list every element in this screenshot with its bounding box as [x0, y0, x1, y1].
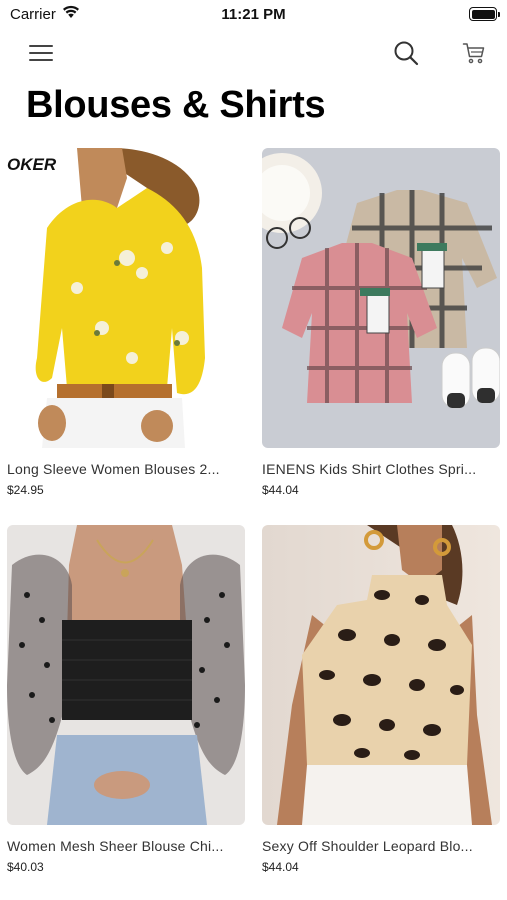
product-title: IENENS Kids Shirt Clothes Spri...: [262, 461, 477, 477]
nav-bar: [0, 30, 507, 76]
product-card[interactable]: IENENS Kids Shirt Clothes Spri... $44.04: [262, 148, 500, 497]
hamburger-icon: [29, 45, 53, 61]
product-price: $40.03: [7, 860, 44, 874]
product-title: Women Mesh Sheer Blouse Chi...: [7, 838, 224, 854]
cart-button[interactable]: [459, 38, 489, 68]
app-screen: Carrier 11:21 PM Blouses & Shirts OKER L…: [0, 0, 507, 900]
product-image: [262, 525, 500, 825]
battery-fill: [471, 9, 495, 19]
nav-actions: [391, 38, 489, 68]
status-bar: Carrier 11:21 PM: [0, 0, 507, 28]
wifi-icon: [62, 5, 80, 23]
product-card[interactable]: OKER Long Sleeve Women Blouses 2... $24.…: [7, 148, 245, 497]
menu-button[interactable]: [26, 38, 56, 68]
product-card[interactable]: Women Mesh Sheer Blouse Chi... $40.03: [7, 525, 245, 874]
image-brand-text: OKER: [7, 155, 57, 174]
product-card[interactable]: Sexy Off Shoulder Leopard Blo... $44.04: [262, 525, 500, 874]
status-left: Carrier: [10, 5, 80, 23]
search-icon: [394, 41, 419, 66]
product-price: $44.04: [262, 860, 299, 874]
product-price: $24.95: [7, 483, 44, 497]
status-right: [469, 7, 500, 21]
product-image: [262, 148, 500, 448]
product-image: OKER: [7, 148, 245, 448]
product-title: Sexy Off Shoulder Leopard Blo...: [262, 838, 473, 854]
product-price: $44.04: [262, 483, 299, 497]
search-button[interactable]: [391, 38, 421, 68]
cart-icon: [462, 43, 485, 64]
product-title: Long Sleeve Women Blouses 2...: [7, 461, 220, 477]
page-title: Blouses & Shirts: [26, 84, 326, 126]
carrier-label: Carrier: [10, 5, 56, 23]
battery-icon: [469, 7, 500, 21]
product-image: [7, 525, 245, 825]
